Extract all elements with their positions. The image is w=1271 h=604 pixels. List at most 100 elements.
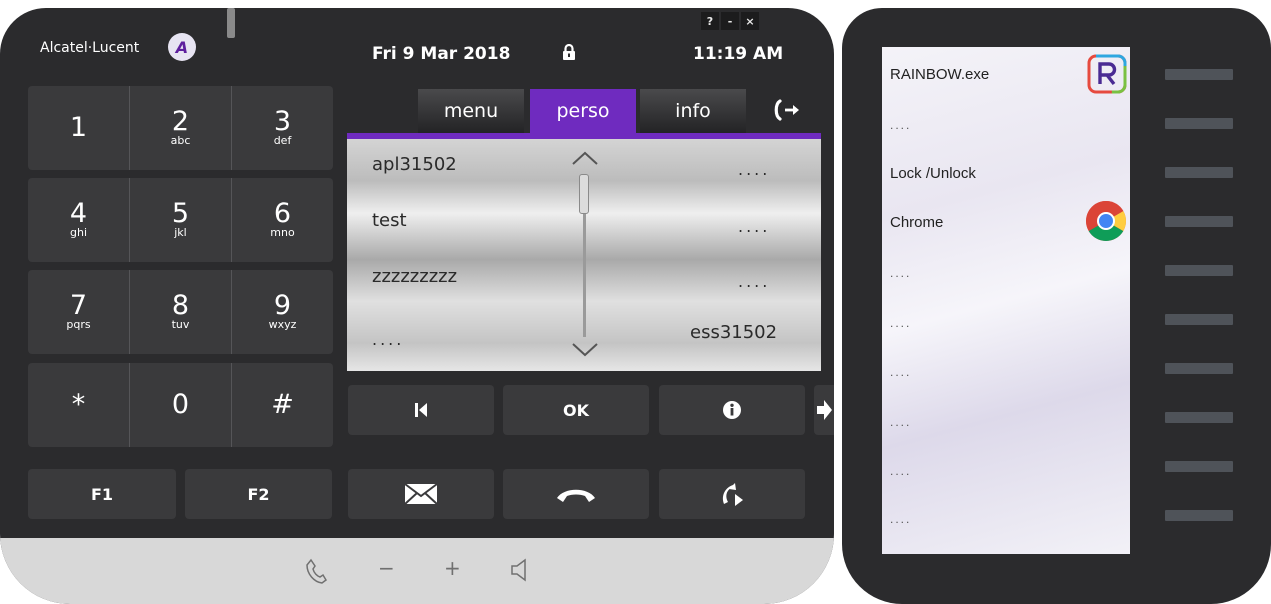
right-arrow-icon [817, 400, 832, 420]
tab-menu[interactable]: menu [418, 89, 524, 133]
contact-entry[interactable]: ess31502 [690, 322, 777, 343]
brand-name: Alcatel·Lucent [40, 40, 140, 56]
ext-side-key[interactable] [1165, 363, 1233, 374]
key-digit: 7 [69, 290, 88, 321]
key-3[interactable]: 3 def [232, 86, 333, 170]
key-letters: mno [270, 226, 295, 239]
right-arrow-button[interactable] [814, 385, 834, 435]
key-digit: 6 [273, 198, 292, 229]
key-letters: def [273, 134, 292, 147]
window-controls: ? - × [701, 12, 759, 30]
ext-side-key[interactable] [1165, 510, 1233, 521]
help-button[interactable]: ? [701, 12, 719, 30]
key-digit: 9 [273, 290, 292, 321]
scroll-up-icon[interactable] [571, 150, 599, 166]
key-digit: 2 [171, 106, 190, 137]
key-7[interactable]: 7 pqrs [28, 270, 130, 354]
ext-side-key[interactable] [1165, 69, 1233, 80]
ext-key-label[interactable]: .... [890, 118, 911, 132]
skip-back-icon [415, 403, 427, 417]
key-letters: jkl [174, 226, 187, 239]
ext-side-key[interactable] [1165, 314, 1233, 325]
ext-side-key[interactable] [1165, 461, 1233, 472]
key-8[interactable]: 8 tuv [130, 270, 232, 354]
keypad-row-2: 4 ghi 5 jkl 6 mno [28, 178, 333, 262]
messages-button[interactable] [348, 469, 494, 519]
key-star[interactable]: * [28, 363, 130, 447]
key-digit: 8 [171, 290, 190, 321]
key-digit: 4 [69, 198, 88, 229]
handset-icon[interactable] [305, 558, 327, 584]
key-9[interactable]: 9 wxyz [232, 270, 333, 354]
brand-logo-icon: A [168, 33, 196, 61]
empty-entry[interactable]: .... [738, 217, 770, 236]
ext-side-key[interactable] [1165, 265, 1233, 276]
phone-bottom-bar [0, 538, 834, 604]
scroll-down-icon[interactable] [571, 342, 599, 358]
keypad-row-4: * 0 # [28, 363, 333, 447]
ext-side-key[interactable] [1165, 118, 1233, 129]
empty-entry[interactable]: .... [372, 330, 404, 349]
tab-info[interactable]: info [640, 89, 746, 133]
scrollbar-thumb[interactable] [579, 174, 589, 214]
empty-entry[interactable]: .... [738, 160, 770, 179]
key-letters: ghi [69, 226, 87, 239]
tab-perso[interactable]: perso [530, 89, 636, 133]
key-letters: tuv [171, 318, 190, 331]
close-button[interactable]: × [741, 12, 759, 30]
info-icon [723, 401, 741, 419]
ext-side-key[interactable] [1165, 167, 1233, 178]
key-0[interactable]: 0 [130, 363, 232, 447]
ext-key-label[interactable]: .... [890, 316, 911, 330]
contact-entry[interactable]: test [372, 210, 407, 231]
extension-screen [882, 47, 1130, 554]
key-6[interactable]: 6 mno [232, 178, 333, 262]
f2-button[interactable]: F2 [185, 469, 332, 519]
f1-button[interactable]: F1 [28, 469, 176, 519]
keypad-row-3: 7 pqrs 8 tuv 9 wxyz [28, 270, 333, 354]
ext-key-label[interactable]: .... [890, 266, 911, 280]
ext-key-label[interactable]: .... [890, 365, 911, 379]
chrome-icon [1086, 201, 1126, 241]
key-5[interactable]: 5 jkl [130, 178, 232, 262]
ext-key-label[interactable]: .... [890, 512, 911, 526]
ext-key-label[interactable]: Lock /Unlock [890, 165, 976, 182]
redial-button[interactable] [659, 469, 805, 519]
f1-label: F1 [90, 484, 114, 504]
ext-key-label[interactable]: .... [890, 415, 911, 429]
info-button[interactable] [659, 385, 805, 435]
contact-entry[interactable]: apl31502 [372, 154, 457, 175]
minimize-button[interactable]: - [721, 12, 739, 30]
empty-entry[interactable]: .... [738, 272, 770, 291]
ext-side-key[interactable] [1165, 216, 1233, 227]
f2-label: F2 [247, 484, 270, 504]
key-4[interactable]: 4 ghi [28, 178, 130, 262]
key-digit: # [271, 389, 294, 420]
ext-side-key[interactable] [1165, 412, 1233, 423]
key-letters: pqrs [66, 318, 91, 331]
key-2[interactable]: 2 abc [130, 86, 232, 170]
time-display: 11:19 AM [693, 44, 784, 64]
volume-up-button[interactable]: + [444, 556, 461, 580]
ext-key-label[interactable]: Chrome [890, 214, 943, 231]
key-1[interactable]: 1 [28, 86, 130, 170]
key-letters: wxyz [268, 318, 297, 331]
volume-down-button[interactable]: − [378, 556, 395, 580]
call-transfer-icon[interactable] [771, 96, 803, 124]
envelope-icon [404, 483, 438, 505]
contact-entry[interactable]: zzzzzzzzz [372, 266, 457, 287]
date-display: Fri 9 Mar 2018 [372, 44, 511, 64]
back-button[interactable] [348, 385, 494, 435]
speaker-icon[interactable] [510, 558, 530, 582]
key-letters: abc [170, 134, 191, 147]
key-digit: 0 [171, 389, 190, 420]
keypad-row-1: 1 2 abc 3 def [28, 86, 333, 170]
ext-key-label[interactable]: RAINBOW.exe [890, 66, 989, 83]
key-digit: 3 [273, 106, 292, 137]
rainbow-app-icon [1087, 54, 1127, 94]
ok-button[interactable]: OK [503, 385, 649, 435]
ext-key-label[interactable]: .... [890, 464, 911, 478]
ok-label: OK [563, 400, 589, 420]
key-hash[interactable]: # [232, 363, 333, 447]
hangup-button[interactable] [503, 469, 649, 519]
